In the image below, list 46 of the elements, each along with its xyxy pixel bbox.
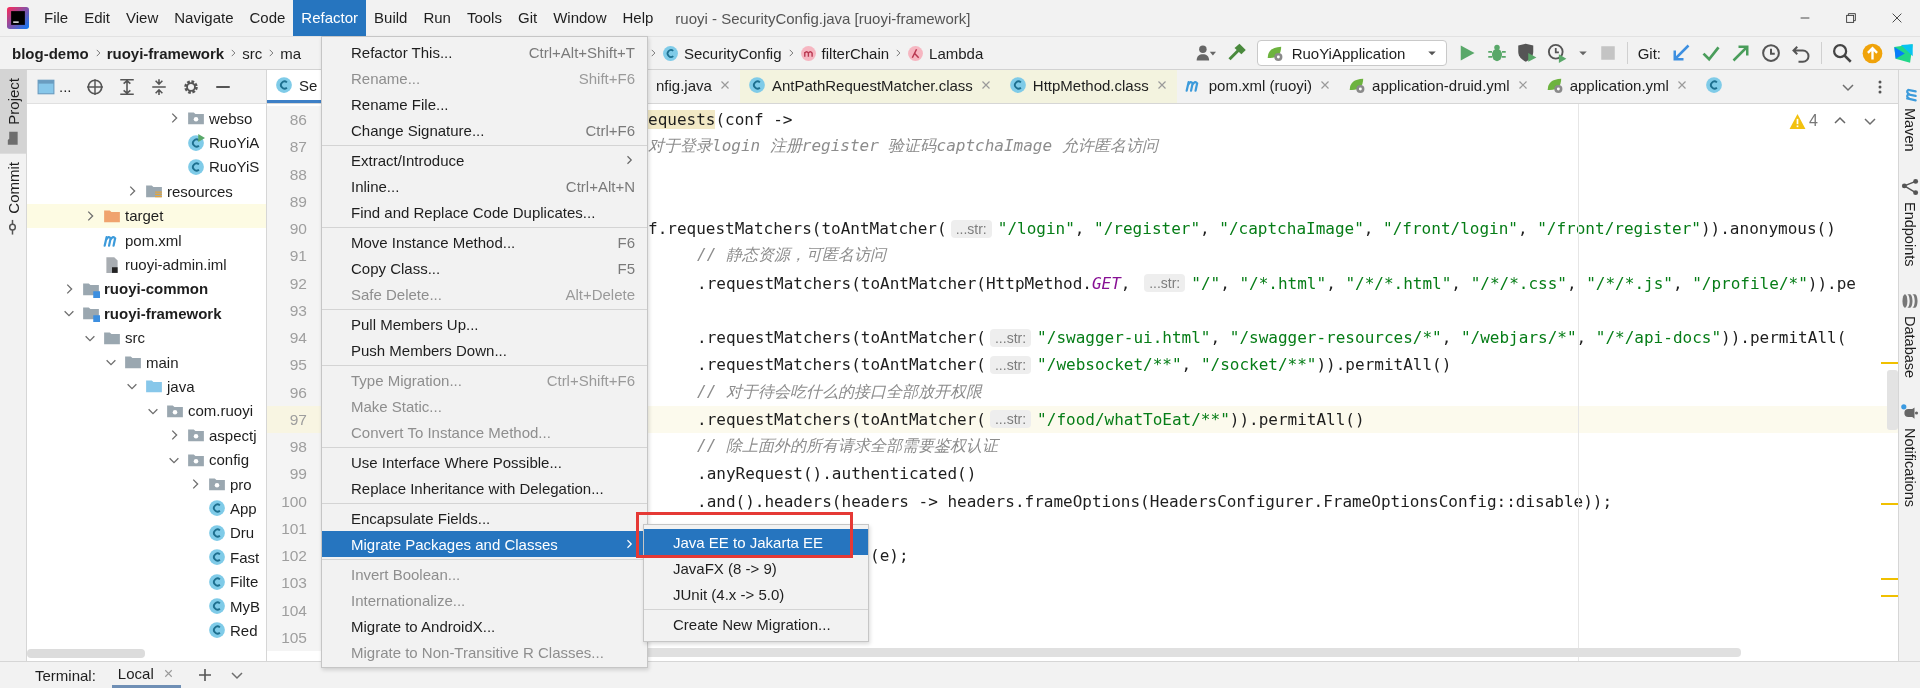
code-text: (e); [870, 546, 909, 566]
line-number: 97 [267, 405, 321, 433]
code-text: "/swagger-ui.html", "/swagger-resources/*", "/webjars/*", "/*/api-docs")).permitAll( [1037, 328, 1847, 348]
window-title: ruoyi - SecurityConfig.java [ruoyi-framework] [675, 9, 971, 27]
line-number: 89 [267, 187, 321, 215]
line-number: 91 [267, 242, 321, 270]
code-text: .requestMatchers(toAntMatcher( [697, 355, 986, 375]
line-number: 100 [267, 487, 321, 515]
inlay-hint: ...str: [990, 328, 1032, 347]
inlay-hint: ...str: [1144, 274, 1186, 293]
code-text: "/login", "/register", "/captchaImage", "/front/login", "/front/register")).anonymous() [997, 219, 1836, 239]
line-number: 87 [267, 133, 321, 161]
line-number: 101 [267, 514, 321, 542]
line-number: 99 [267, 460, 321, 488]
code-text: equests(conf -> [648, 110, 793, 130]
code-text: .and().headers(headers -> headers.frameOptions(HeadersConfigurer.FrameOptionsConfig::disable)); [697, 491, 1613, 511]
line-number: 93 [267, 296, 321, 324]
terminal-title: Terminal: [35, 666, 96, 684]
line-number: 105 [267, 623, 321, 651]
code-text: // 对于待会吃什么的接口全部放开权限 [697, 381, 982, 403]
inlay-hint: ...str: [950, 219, 992, 238]
line-number: 86 [267, 106, 321, 134]
inlay-hint: ...str: [990, 410, 1032, 429]
inlay-hint: ...str: [990, 355, 1032, 374]
line-number: 94 [267, 324, 321, 352]
line-number: 102 [267, 542, 321, 570]
line-number: 92 [267, 269, 321, 297]
code-text: f.requestMatchers(toAntMatcher( [648, 219, 947, 239]
line-number: 104 [267, 596, 321, 624]
line-number: 95 [267, 351, 321, 379]
code-text: .requestMatchers(toAntMatcher(HttpMethod.GET, [697, 273, 1132, 293]
git-label: Git: [1637, 44, 1661, 62]
code-text: // 静态资源，可匿名访问 [697, 245, 886, 267]
line-number: 98 [267, 433, 321, 461]
code-text: .requestMatchers(toAntMatcher( [697, 328, 986, 348]
code-text: 对于登录login 注册register 验证码captchaImage 允许匿名访问 [648, 136, 1158, 158]
line-number: 103 [267, 569, 321, 597]
line-number: 96 [267, 378, 321, 406]
code-text: .anyRequest().authenticated() [697, 464, 977, 484]
code-text: // 除上面外的所有请求全部需要鉴权认证 [697, 436, 998, 458]
code-text: "/food/whatToEat/**")).permitAll() [1037, 409, 1365, 429]
code-text: .requestMatchers(toAntMatcher( [697, 409, 986, 429]
code-text: "/websocket/**", "/socket/**")).permitAll() [1037, 355, 1452, 375]
line-number: 90 [267, 215, 321, 243]
line-number: 88 [267, 160, 321, 188]
code-text: "/", "/*.html", "/*/*.html", "/*/*.css", "/*/*.js", "/profile/*")).pe [1191, 273, 1856, 293]
